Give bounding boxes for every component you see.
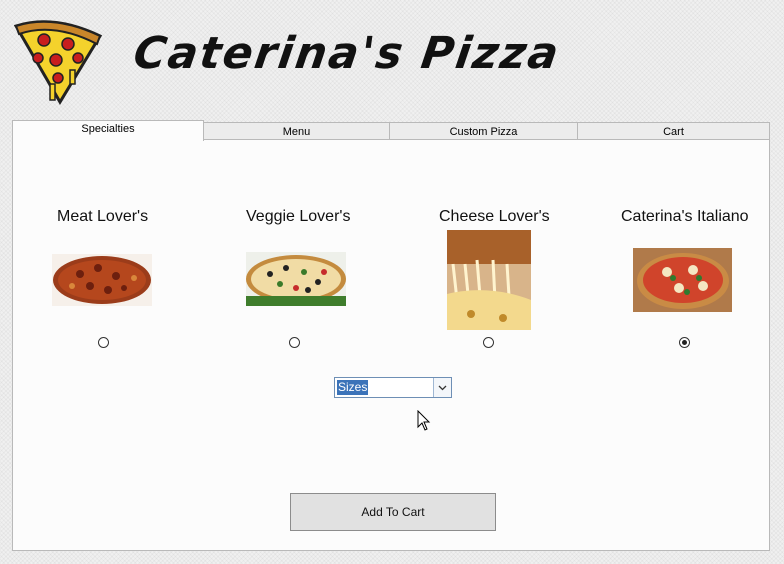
radio-veggie-lovers[interactable]: [289, 337, 300, 348]
radio-caterinas-italiano[interactable]: [679, 337, 690, 348]
add-to-cart-button[interactable]: Add To Cart: [290, 493, 496, 531]
tab-menu[interactable]: Menu: [203, 122, 390, 140]
specialty-name-meat-lovers: Meat Lover's: [57, 208, 149, 225]
radio-cheese-lovers[interactable]: [483, 337, 494, 348]
cheese-lovers-pizza-image: [447, 230, 531, 330]
veggie-lovers-pizza-image: [246, 252, 346, 306]
specialties-panel: [12, 139, 770, 551]
radio-meat-lovers[interactable]: [98, 337, 109, 348]
size-select-value: Sizes: [337, 380, 369, 395]
caterinas-italiano-pizza-image: [633, 248, 732, 312]
size-select[interactable]: Sizes: [334, 377, 452, 398]
tab-custom-pizza[interactable]: Custom Pizza: [389, 122, 578, 140]
specialty-name-caterinas-italiano: Caterina's Italiano: [621, 208, 749, 225]
specialty-name-cheese-lovers: Cheese Lover's: [439, 208, 550, 225]
tab-bar: Specialties Menu Custom Pizza Cart: [12, 120, 770, 141]
specialty-name-veggie-lovers: Veggie Lover's: [246, 208, 351, 225]
tab-specialties[interactable]: Specialties: [12, 120, 204, 141]
tab-cart[interactable]: Cart: [577, 122, 770, 140]
chevron-down-icon[interactable]: [433, 378, 451, 397]
mouse-cursor-icon: [417, 410, 431, 431]
pizza-slice-icon: [14, 20, 103, 105]
app-title: Caterina's Pizza: [130, 28, 564, 79]
meat-lovers-pizza-image: [52, 254, 152, 306]
